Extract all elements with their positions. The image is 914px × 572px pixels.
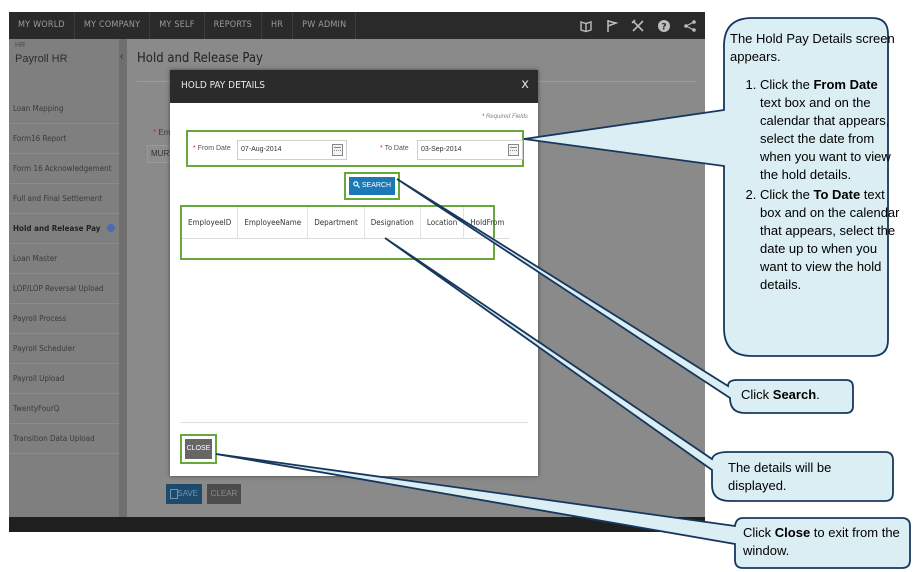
close-highlight: CLOSE xyxy=(180,434,217,464)
callout-close: Click Close to exit from the window. xyxy=(743,525,900,558)
from-date-input[interactable]: 07-Aug-2014 xyxy=(237,140,347,160)
sidebar-item-form16-report[interactable]: Form16 Report xyxy=(9,124,119,154)
nav-icon-group: ? xyxy=(579,12,697,39)
sidebar-collapse-handle[interactable]: ‹ xyxy=(119,39,127,517)
column-location[interactable]: Location xyxy=(421,207,465,238)
sidebar-item-hold-release-pay[interactable]: Hold and Release Pay xyxy=(9,214,119,244)
sidebar-item-transition-data-upload[interactable]: Transition Data Upload xyxy=(9,424,119,454)
callout-steps: Click the From Date text box and on the … xyxy=(730,76,900,294)
callout-intro: The Hold Pay Details screen appears. xyxy=(730,31,895,64)
nav-my-self[interactable]: MY SELF xyxy=(150,12,205,39)
module-title: Payroll HR xyxy=(15,53,68,65)
sidebar-item-label: Hold and Release Pay xyxy=(13,224,101,233)
date-range-highlight: * From Date 07-Aug-2014 * To Date 03-Sep… xyxy=(186,130,524,167)
page-title: Hold and Release Pay xyxy=(137,51,263,66)
sidebar-item-loan-mapping[interactable]: Loan Mapping xyxy=(9,94,119,124)
book-icon[interactable] xyxy=(579,19,593,33)
sidebar-item-twentyfourq[interactable]: TwentyFourQ xyxy=(9,394,119,424)
calendar-icon[interactable] xyxy=(332,144,343,156)
dialog-title: HOLD PAY DETAILS xyxy=(181,80,266,91)
breadcrumb[interactable]: HR xyxy=(15,42,25,49)
dialog-divider xyxy=(180,422,528,423)
search-button[interactable]: SEARCH xyxy=(349,177,395,195)
callout-step-from-date: Click the From Date text box and on the … xyxy=(760,76,900,184)
calendar-icon[interactable] xyxy=(508,144,519,156)
save-button[interactable]: SAVE xyxy=(166,484,202,504)
sidebar-menu: Loan Mapping Form16 Report Form 16 Ackno… xyxy=(9,94,119,454)
sidebar-item-loan-master[interactable]: Loan Master xyxy=(9,244,119,274)
to-date-label: * To Date xyxy=(380,145,409,152)
sidebar-item-form16-acknowledgement[interactable]: Form 16 Acknowledgement xyxy=(9,154,119,184)
chevron-left-icon: ‹ xyxy=(120,51,124,62)
results-grid-highlight: EmployeeID EmployeeName Department Desig… xyxy=(180,205,511,260)
column-department[interactable]: Department xyxy=(308,207,365,238)
search-icon xyxy=(353,181,360,188)
sidebar-item-full-final-settlement[interactable]: Full and Final Settlement xyxy=(9,184,119,214)
column-employee-name[interactable]: EmployeeName xyxy=(238,207,309,238)
from-date-label: * From Date xyxy=(193,145,231,152)
nav-reports[interactable]: REPORTS xyxy=(205,12,263,39)
required-fields-note: * Required Fields xyxy=(481,114,528,120)
tools-icon[interactable] xyxy=(631,18,645,33)
sidebar-item-payroll-scheduler[interactable]: Payroll Scheduler xyxy=(9,334,119,364)
results-grid-header: EmployeeID EmployeeName Department Desig… xyxy=(182,207,511,239)
share-icon[interactable] xyxy=(683,19,697,33)
column-hold-from[interactable]: HoldFrom xyxy=(464,207,510,238)
to-date-input[interactable]: 03-Sep-2014 xyxy=(417,140,523,160)
sidebar: HR Payroll HR Loan Mapping Form16 Report… xyxy=(9,39,119,517)
help-icon[interactable]: ? xyxy=(657,19,671,33)
column-designation[interactable]: Designation xyxy=(365,207,421,238)
sidebar-item-lop-reversal-upload[interactable]: LOP/LOP Reversal Upload xyxy=(9,274,119,304)
search-highlight: SEARCH xyxy=(344,172,400,200)
callout-search: Click Search. xyxy=(741,387,820,402)
hold-pay-details-dialog: HOLD PAY DETAILS x * Required Fields * F… xyxy=(170,70,538,476)
svg-text:?: ? xyxy=(661,22,666,32)
nav-hr[interactable]: HR xyxy=(262,12,294,39)
active-indicator-icon xyxy=(107,224,115,232)
column-employee-id[interactable]: EmployeeID xyxy=(182,207,239,238)
close-icon[interactable]: x xyxy=(521,77,529,92)
clear-button[interactable]: CLEAR xyxy=(207,484,241,504)
close-button[interactable]: CLOSE xyxy=(185,439,212,459)
callout-details: The details will be displayed. xyxy=(728,460,832,493)
nav-my-company[interactable]: MY COMPANY xyxy=(75,12,151,39)
sidebar-item-payroll-process[interactable]: Payroll Process xyxy=(9,304,119,334)
copyright-text: © Copyright xyxy=(670,521,697,527)
sidebar-item-payroll-upload[interactable]: Payroll Upload xyxy=(9,364,119,394)
callout-instructions: The Hold Pay Details screen appears. Cli… xyxy=(730,30,900,296)
flag-icon[interactable] xyxy=(605,19,619,33)
top-navigation: MY WORLD MY COMPANY MY SELF REPORTS HR P… xyxy=(9,12,705,39)
callout-step-to-date: Click the To Date text box and on the ca… xyxy=(760,186,900,294)
footer-bar: © Copyright xyxy=(9,517,705,532)
dialog-header: HOLD PAY DETAILS x xyxy=(170,70,538,103)
nav-my-world[interactable]: MY WORLD xyxy=(9,12,75,39)
nav-pw-admin[interactable]: PW ADMIN xyxy=(293,12,357,39)
save-icon xyxy=(170,489,178,499)
